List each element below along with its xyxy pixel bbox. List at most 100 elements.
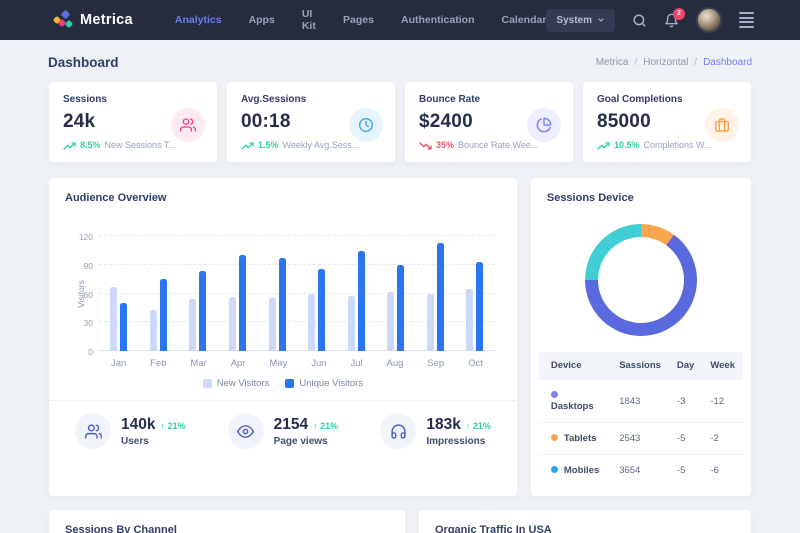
bar	[466, 289, 473, 351]
bottom-row: Sessions By Channel Organic Search Socia…	[48, 509, 752, 533]
table-row: Mobiles 3654 -5 -6	[539, 455, 743, 487]
mini-stat-change: ↑ 21%	[313, 421, 338, 431]
device-week: -2	[702, 423, 743, 455]
search-icon[interactable]	[632, 13, 647, 28]
x-tick-label: Jul	[350, 358, 362, 369]
briefcase-icon	[705, 108, 739, 142]
notifications-bell-icon[interactable]: 2	[664, 13, 679, 28]
stat-card-goal-completions: Goal Completions 85000 10.5% Completions…	[582, 81, 752, 163]
sessions-device-title: Sessions Device	[547, 192, 735, 204]
stat-trend: 1.5% Weekly Avg.Sess...	[241, 140, 381, 150]
users-icon	[171, 108, 205, 142]
device-day: -3	[669, 380, 702, 423]
mini-stat-value: 140k	[121, 416, 155, 434]
mini-stat-label: Users	[121, 436, 186, 447]
page-header: Dashboard Metrica/ Horizontal/ Dashboard	[0, 40, 800, 81]
legend-item: New Visitors	[203, 378, 270, 389]
bar-group-oct	[466, 236, 483, 351]
bar	[318, 269, 325, 351]
mini-stat-change: ↑ 21%	[466, 421, 491, 431]
bar	[308, 294, 315, 352]
stat-title: Bounce Rate	[419, 94, 559, 105]
main-menu: Analytics Apps UI Kit Pages Authenticati…	[175, 8, 547, 32]
col-week: Week	[702, 352, 743, 380]
bar-chart-legend: New Visitors Unique Visitors	[65, 378, 501, 389]
mini-stat-value: 2154	[274, 416, 308, 434]
bar-group-feb	[150, 236, 167, 351]
x-tick-label: Aug	[386, 358, 403, 369]
sessions-by-channel-card: Sessions By Channel Organic Search Socia…	[48, 509, 406, 533]
device-day: -5	[669, 455, 702, 487]
audience-bar-chart: Visitors 0306090120	[99, 236, 495, 351]
menu-item-authentication[interactable]: Authentication	[401, 14, 475, 26]
bar	[189, 299, 196, 351]
device-day: -5	[669, 423, 702, 455]
bar	[427, 294, 434, 351]
device-sessions: 1843	[611, 380, 669, 423]
breadcrumb-item[interactable]: Horizontal	[643, 57, 688, 68]
brand[interactable]: Metrica	[54, 11, 133, 30]
bar-group-aug	[387, 236, 404, 351]
sessions-device-donut-chart	[585, 224, 697, 336]
system-dropdown[interactable]: System	[546, 9, 615, 32]
user-avatar[interactable]	[696, 7, 722, 33]
bar	[358, 251, 365, 351]
stat-title: Goal Completions	[597, 94, 737, 105]
table-row: Tablets 2543 -5 -2	[539, 423, 743, 455]
pie-chart-icon	[527, 108, 561, 142]
device-week: -12	[702, 380, 743, 423]
bar	[229, 297, 236, 351]
x-tick-label: Mar	[190, 358, 206, 369]
menu-item-calendar[interactable]: Calendar	[501, 14, 546, 26]
sessions-device-card: Sessions Device Device Sassions Day Week…	[530, 177, 752, 497]
stat-card-sessions: Sessions 24k 8.5% New Sessions T...	[48, 81, 218, 163]
x-tick-label: Sep	[427, 358, 444, 369]
headphones-icon	[380, 413, 416, 449]
menu-toggle-icon[interactable]	[739, 12, 754, 28]
stat-trend-percent: 8.5%	[80, 140, 101, 150]
x-tick-label: Apr	[231, 358, 246, 369]
stat-trend-desc: Completions W...	[644, 140, 712, 150]
x-tick-label: Feb	[150, 358, 166, 369]
device-name: Tablets	[564, 433, 597, 444]
bar-group-sep	[427, 236, 444, 351]
breadcrumb-item[interactable]: Metrica	[596, 57, 629, 68]
sessions-device-table: Device Sassions Day Week Dasktops 1843 -…	[539, 352, 743, 486]
menu-item-analytics[interactable]: Analytics	[175, 14, 222, 26]
device-name: Mobiles	[564, 465, 599, 476]
menu-item-apps[interactable]: Apps	[249, 14, 275, 26]
x-tick-label: May	[269, 358, 287, 369]
bar	[279, 258, 286, 351]
bar-group-apr	[229, 236, 246, 351]
stat-trend: 8.5% New Sessions T...	[63, 140, 203, 150]
system-label: System	[556, 15, 592, 26]
legend-item: Unique Visitors	[285, 378, 363, 389]
brand-name: Metrica	[80, 12, 133, 28]
bar	[160, 279, 167, 351]
menu-item-ui-kit[interactable]: UI Kit	[302, 8, 316, 32]
main-row: Audience Overview Visitors 0306090120 Ja…	[48, 177, 752, 497]
stat-cards-row: Sessions 24k 8.5% New Sessions T... Avg.…	[48, 81, 752, 163]
bar	[110, 287, 117, 351]
menu-item-pages[interactable]: Pages	[343, 14, 374, 26]
stat-trend: 10.5% Completions W...	[597, 140, 737, 150]
device-sessions: 3654	[611, 455, 669, 487]
eye-icon	[228, 413, 264, 449]
x-axis-labels: JanFebMarAprMayJunJulAugSepOct	[99, 358, 495, 369]
bar	[120, 303, 127, 351]
bar-group-mar	[189, 236, 206, 351]
stat-trend: 35% Bounce Rate Wee...	[419, 140, 559, 150]
stat-trend-desc: Bounce Rate Wee...	[458, 140, 538, 150]
bar	[199, 271, 206, 352]
table-row: Dasktops 1843 -3 -12	[539, 380, 743, 423]
bar	[476, 262, 483, 351]
bar-group-jun	[308, 236, 325, 351]
stat-trend-percent: 1.5%	[258, 140, 279, 150]
col-sessions: Sassions	[611, 352, 669, 380]
bar	[348, 296, 355, 351]
mini-stat-change: ↑ 21%	[160, 421, 185, 431]
mini-stat-value: 183k	[426, 416, 460, 434]
breadcrumb-separator: /	[634, 57, 637, 68]
tablets-dot-icon	[551, 434, 558, 441]
breadcrumb: Metrica/ Horizontal/ Dashboard	[596, 57, 752, 68]
